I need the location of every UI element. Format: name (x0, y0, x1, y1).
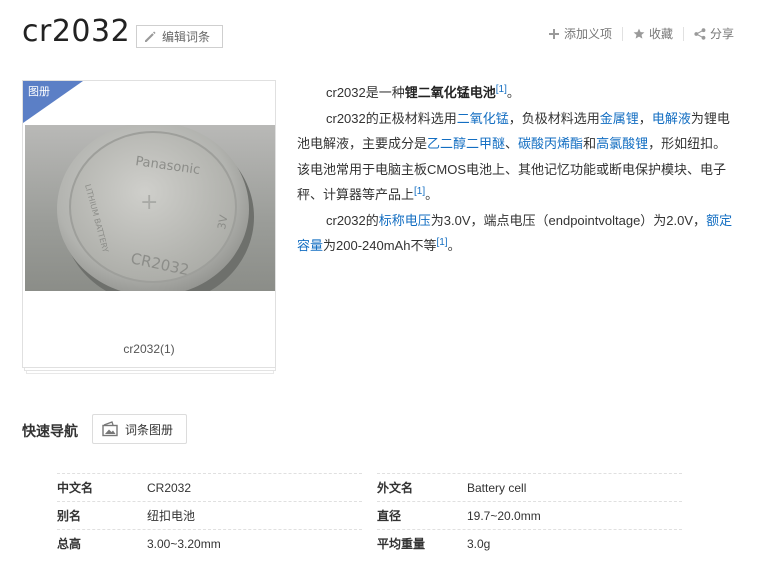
info-value: 3.0g (467, 536, 491, 551)
reference-link[interactable]: [1] (414, 186, 425, 197)
info-row: 外文名 Battery cell (377, 473, 682, 501)
info-value: 19.7~20.0mm (467, 508, 541, 523)
summary-paragraph-2: cr2032的正极材料选用二氧化锰，负极材料选用金属锂，电解液为锂电池电解液，主… (297, 106, 737, 208)
info-value: 3.00~3.20mm (147, 536, 221, 551)
reference-link[interactable]: [1] (496, 84, 507, 95)
text: 。 (506, 85, 520, 100)
share-icon (694, 27, 706, 40)
add-meaning-button[interactable]: 添加义项 (538, 25, 622, 42)
album-photo[interactable]: Panasonic LITHIUM BATTERY CR2032 3V + (25, 125, 275, 291)
coin-battery-image: Panasonic LITHIUM BATTERY CR2032 3V + (57, 125, 254, 291)
info-key: 外文名 (377, 481, 414, 495)
top-actions: 添加义项 收藏 分享 (538, 25, 734, 42)
link-lithium-perchlorate[interactable]: 高氯酸锂 (596, 136, 648, 151)
link-electrolyte[interactable]: 电解液 (652, 111, 691, 126)
info-key: 别名 (57, 509, 82, 523)
info-row: 直径 19.7~20.0mm (377, 501, 682, 529)
basic-info-left: 中文名 CR2032 别名 纽扣电池 总高 3.00~3.20mm (57, 473, 362, 557)
summary-paragraph-3: cr2032的标称电压为3.0V，端点电压（endpointvoltage）为2… (297, 208, 737, 259)
album-tag: 图册 (23, 81, 83, 123)
bold-term: 锂二氧化锰电池 (404, 85, 496, 100)
info-row: 别名 纽扣电池 (57, 501, 362, 529)
album-stack-edge (26, 371, 274, 374)
link-dimethoxyethane[interactable]: 乙二醇二甲醚 (427, 136, 505, 151)
text: ，负极材料选用 (508, 110, 600, 126)
text: cr2032的正极材料选用 (326, 110, 457, 126)
share-button[interactable]: 分享 (684, 25, 734, 42)
volt-engraving: 3V (215, 213, 230, 230)
info-row: 平均重量 3.0g (377, 529, 682, 557)
text: 。 (425, 187, 439, 202)
lemma-summary: cr2032是一种锂二氧化锰电池[1]。 cr2032的正极材料选用二氧化锰，负… (297, 80, 737, 259)
star-icon (633, 28, 645, 39)
edit-entry-button[interactable]: 编辑词条 (136, 25, 223, 48)
link-lithium-metal[interactable]: 金属锂 (600, 111, 639, 126)
info-value: CR2032 (147, 480, 192, 495)
plus-icon (548, 28, 559, 39)
info-key: 直径 (377, 509, 402, 523)
info-key: 总高 (57, 537, 82, 551)
text: cr2032的 (326, 212, 379, 228)
add-meaning-label: 添加义项 (563, 27, 612, 41)
album-tag-label: 图册 (28, 86, 50, 98)
share-label: 分享 (709, 27, 734, 41)
quick-nav-label: 快速导航 (22, 423, 78, 439)
summary-paragraph-1: cr2032是一种锂二氧化锰电池[1]。 (297, 80, 737, 106)
album-caption: cr2032(1) (123, 342, 175, 356)
album-nav-label: 词条图册 (125, 422, 174, 437)
album-card[interactable]: 图册 Panasonic LITHIUM BATTERY CR2032 3V +… (22, 80, 276, 368)
info-value: Battery cell (467, 480, 527, 495)
pencil-icon (145, 31, 156, 42)
basic-info-right: 外文名 Battery cell 直径 19.7~20.0mm 平均重量 3.0g (377, 473, 682, 557)
info-key: 中文名 (57, 481, 94, 495)
info-row: 中文名 CR2032 (57, 473, 362, 501)
text: 、 (505, 136, 519, 151)
favorite-button[interactable]: 收藏 (623, 25, 683, 42)
page-title: cr2032 (22, 14, 131, 49)
text: cr2032是一种 (326, 85, 405, 100)
favorite-label: 收藏 (648, 27, 673, 41)
text: 为3.0V，端点电压（endpointvoltage）为2.0V， (430, 212, 707, 228)
reference-link[interactable]: [1] (436, 237, 447, 248)
text: 为200-240mAh不等 (323, 238, 437, 253)
info-row: 总高 3.00~3.20mm (57, 529, 362, 557)
link-propylene-carbonate[interactable]: 碳酸丙烯酯 (518, 136, 583, 151)
text: 和 (583, 136, 597, 151)
link-manganese-dioxide[interactable]: 二氧化锰 (457, 111, 509, 126)
link-nominal-voltage[interactable]: 标称电压 (379, 213, 431, 228)
info-key: 平均重量 (377, 537, 426, 551)
plus-engraving: + (140, 190, 158, 215)
edit-entry-label: 编辑词条 (162, 30, 211, 44)
text: ， (638, 110, 652, 126)
album-icon (102, 421, 118, 437)
info-value: 纽扣电池 (147, 509, 196, 523)
text: 。 (447, 238, 461, 253)
album-nav-button[interactable]: 词条图册 (92, 414, 187, 444)
